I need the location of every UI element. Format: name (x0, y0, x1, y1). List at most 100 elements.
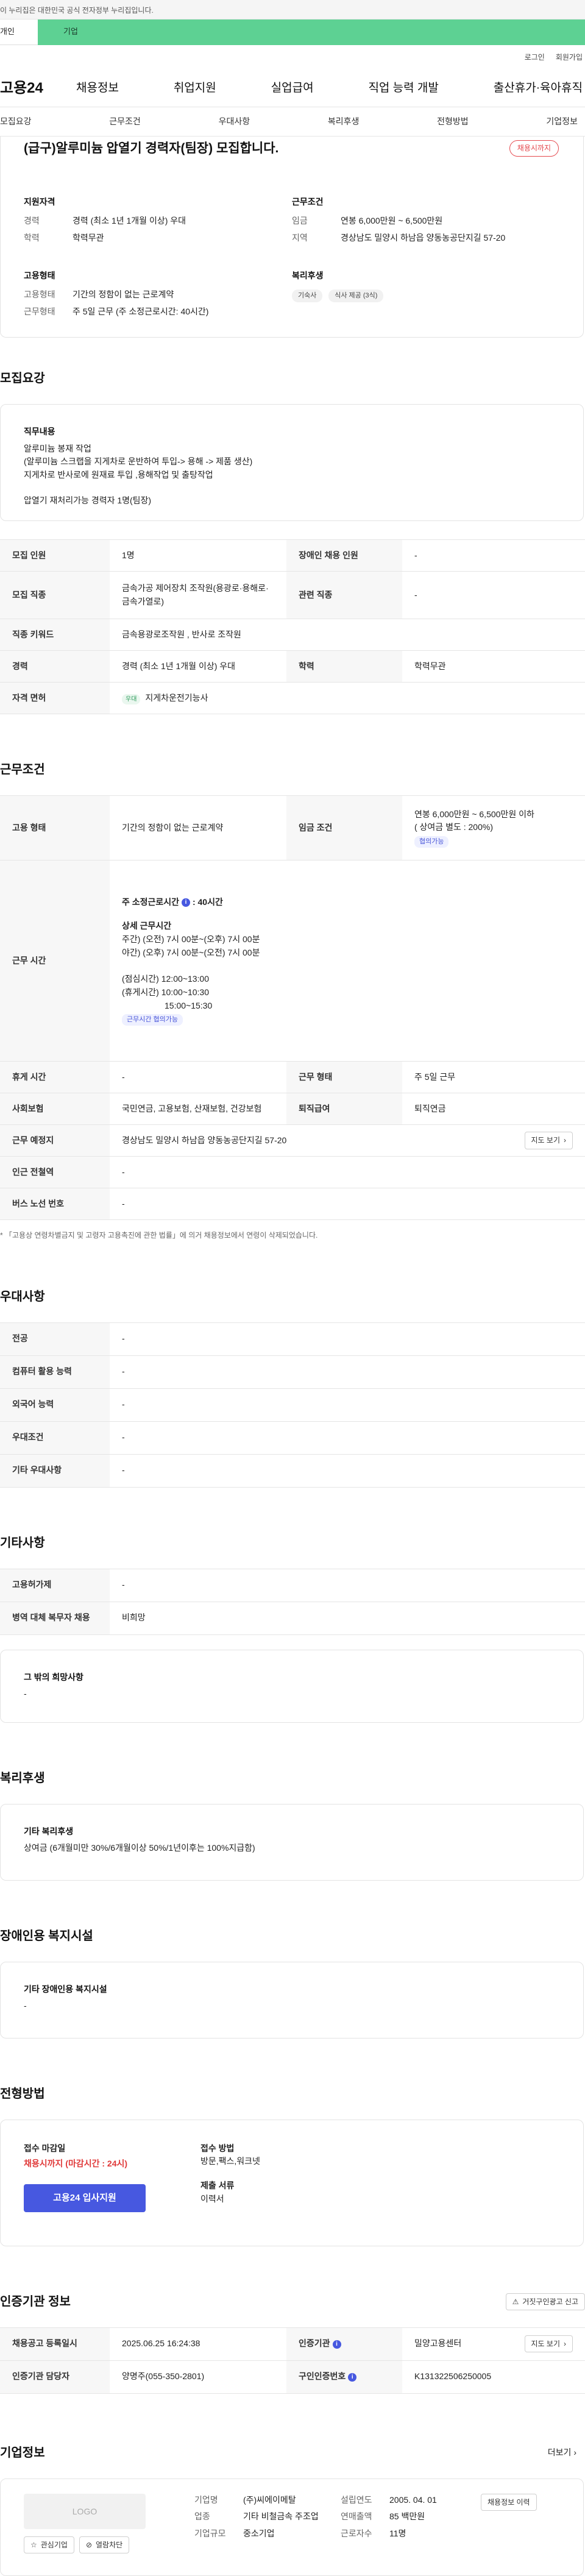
signup-link[interactable]: 회원가입 (556, 52, 583, 63)
company-section-header: 기업정보 더보기 › (0, 2444, 585, 2463)
welfare-pill: 식사 제공 (3식) (328, 289, 384, 303)
hours-line: 야간) (오후) 7시 00분~(오전) 7시 00분 (122, 947, 260, 957)
hours-line: 주간) (오전) 7시 00분~(오후) 7시 00분 (122, 934, 260, 944)
welfare-section-header: 복리후생 (0, 1769, 585, 1788)
company-name-value: (주)씨에이메탈 (243, 2494, 296, 2505)
login-link[interactable]: 로그인 (525, 52, 545, 63)
workform-value: 주 5일 근무 (주 소정근로시간: 40시간) (73, 306, 209, 316)
num-value: K131322506250005 (402, 2360, 585, 2394)
table-row: 전공 - (0, 1322, 585, 1356)
staff-key: 인증기관 담당자 (0, 2360, 110, 2394)
disabled-title: 장애인용 복지시설 (0, 1929, 93, 1943)
revenue-key: 연매출액 (341, 2511, 372, 2522)
insurance-key: 사회보험 (0, 1093, 110, 1125)
anchor-company[interactable]: 기업정보 (546, 115, 578, 129)
recruit-title: 모집요강 (0, 372, 45, 385)
rest-key: 휴게 시간 (0, 1061, 110, 1093)
gov-banner-text: 이 누리집은 대한민국 공식 전자정부 누리집입니다. (0, 6, 154, 15)
table-row: 휴게 시간 - 근무 형태 주 5일 근무 (0, 1061, 585, 1093)
etc-table: 고용허가제 - 병역 대체 복무자 채용 비희망 (0, 1568, 585, 1635)
wage-cell: 연봉 6,000만원 ~ 6,500만원 이하 ( 상여금 별도 : 200%)… (402, 795, 585, 860)
auth-section-header: 인증기관 정보 ⚠ 거짓구인광고 신고 (0, 2293, 585, 2312)
edu-value: 학력무관 (73, 232, 104, 243)
company-card: LOGO ☆ 관심기업 ⊘ 열람차단 기업명 (주)씨에이메탈 업종 기타 비철금속 주… (0, 2478, 584, 2576)
info-icon[interactable]: i (348, 2372, 357, 2382)
report-button[interactable]: ⚠ 거짓구인광고 신고 (505, 2293, 585, 2311)
gnb-item-training[interactable]: 직업 능력 개발 (368, 79, 438, 97)
table-row: 기타 우대사항 - (0, 1453, 585, 1488)
org-cell: 밀양고용센터 지도 보기 › (402, 2327, 585, 2361)
more-link[interactable]: 더보기 › (548, 2446, 585, 2460)
anchor-recruit[interactable]: 모집요강 (0, 115, 32, 129)
favorite-label: 관심기업 (40, 2540, 68, 2549)
gnb-item-employment-support[interactable]: 취업지원 (174, 79, 216, 97)
welfare-box-title: 기타 복리후생 (24, 1826, 74, 1836)
apply-button[interactable]: 고용24 입사지원 (24, 2184, 146, 2212)
region-value: 경상남도 밀양시 하남읍 양동농공단지길 57-20 (341, 232, 506, 243)
table-row: 인증기관 담당자 양명주(055-350-2801) 구인인증번호 i K1313… (0, 2360, 585, 2394)
docs-key: 제출 서류 (200, 2180, 235, 2190)
map-button-label: 지도 보기 (531, 1136, 561, 1145)
site-logo[interactable]: 고용24 (0, 77, 76, 99)
hours-cell: 주 소정근로시간 i : 40시간 상세 근무시간 주간) (오전) 7시 00분… (110, 860, 585, 1062)
info-icon[interactable]: i (332, 2340, 341, 2349)
severance-value: 퇴직연금 (402, 1093, 585, 1125)
star-icon: ☆ (30, 2540, 37, 2549)
anchor-screening[interactable]: 전형방법 (437, 115, 469, 129)
tab-business[interactable]: 기업 (38, 20, 585, 45)
auth-title: 인증기관 정보 (0, 2294, 71, 2308)
related-value: - (402, 571, 585, 619)
gnb-item-leave[interactable]: 출산휴가·육아휴직 (494, 79, 583, 97)
company-name-key: 기업명 (194, 2494, 218, 2505)
info-icon[interactable]: i (182, 898, 191, 907)
table-row: 병역 대체 복무자 채용 비희망 (0, 1601, 585, 1635)
career-value: 경력 (최소 1년 1개월 이상) 우대 (110, 650, 286, 683)
recruit-section-header: 모집요강 (0, 369, 585, 388)
favorite-button[interactable]: ☆ 관심기업 (24, 2536, 74, 2554)
reg-value: 2025.06.25 16:24:38 (110, 2327, 286, 2361)
bus-value: - (110, 1188, 585, 1220)
anchor-nav: 모집요강 근무조건 우대사항 복리후생 전형방법 기업정보 (0, 107, 585, 137)
org-map-button[interactable]: 지도 보기 › (524, 2335, 573, 2353)
prefer-value: - (110, 1388, 585, 1422)
disabled-section-header: 장애인용 복지시설 (0, 1927, 585, 1946)
company-logo: LOGO (24, 2493, 146, 2529)
anchor-prefer[interactable]: 우대사항 (219, 115, 250, 129)
gnb-item-jobs[interactable]: 채용정보 (76, 79, 119, 97)
auth-table: 채용공고 등록일시 2025.06.25 16:24:38 인증기관 i 밀양고용… (0, 2327, 585, 2394)
anchor-welfare[interactable]: 복리후생 (328, 115, 360, 129)
anchor-work[interactable]: 근무조건 (109, 115, 141, 129)
table-row: 고용허가제 - (0, 1568, 585, 1602)
etc-key: 고용허가제 (0, 1568, 110, 1602)
disabled-key: 장애인 채용 인원 (286, 539, 402, 572)
edu-value: 학력무관 (402, 650, 585, 683)
deadline-value: 채용시까지 (마감시간 : 24시) (24, 2159, 128, 2169)
block-icon: ⊘ (85, 2540, 92, 2549)
place-value: 경상남도 밀양시 하남읍 양동농공단지길 57-20 (122, 1135, 287, 1145)
career-value: 경력 (최소 1년 1개월 이상) 우대 (73, 216, 186, 226)
workform-value: 주 5일 근무 (402, 1061, 585, 1093)
prefer-table: 전공 - 컴퓨터 활용 능력 - 외국어 능력 - 우대조건 - 기타 우대사항 - (0, 1322, 585, 1488)
prefer-value: - (110, 1322, 585, 1356)
map-button[interactable]: 지도 보기 › (524, 1132, 573, 1149)
reg-key: 채용공고 등록일시 (0, 2327, 110, 2361)
size-key: 기업규모 (194, 2528, 226, 2538)
num-key: 구인인증번호 (299, 2371, 346, 2382)
block-button[interactable]: ⊘ 열람차단 (79, 2536, 130, 2554)
duty-line: 알루미늄 봉재 작업 (24, 443, 91, 453)
chevron-right-icon: › (564, 1136, 566, 1145)
employees-key: 근로자수 (341, 2528, 372, 2538)
wage-value: 연봉 6,000만원 ~ 6,500만원 (341, 216, 443, 226)
prefer-key: 외국어 능력 (0, 1388, 110, 1422)
table-row: 자격 면허 우대 지게차운전기능사 (0, 682, 585, 714)
gnb-item-unemployment[interactable]: 실업급여 (271, 79, 314, 97)
table-row: 외국어 능력 - (0, 1388, 585, 1422)
prefer-value: - (110, 1421, 585, 1455)
chevron-right-icon: › (573, 2447, 576, 2458)
table-row: 경력 경력 (최소 1년 1개월 이상) 우대 학력 학력무관 (0, 650, 585, 683)
duty-line (24, 482, 560, 494)
job-history-button[interactable]: 채용정보 이력 (481, 2493, 537, 2511)
org-key: 인증기관 (299, 2338, 330, 2349)
tab-personal[interactable]: 개인 (0, 20, 38, 45)
bonus-value: ( 상여금 별도 : 200%) (414, 822, 493, 832)
